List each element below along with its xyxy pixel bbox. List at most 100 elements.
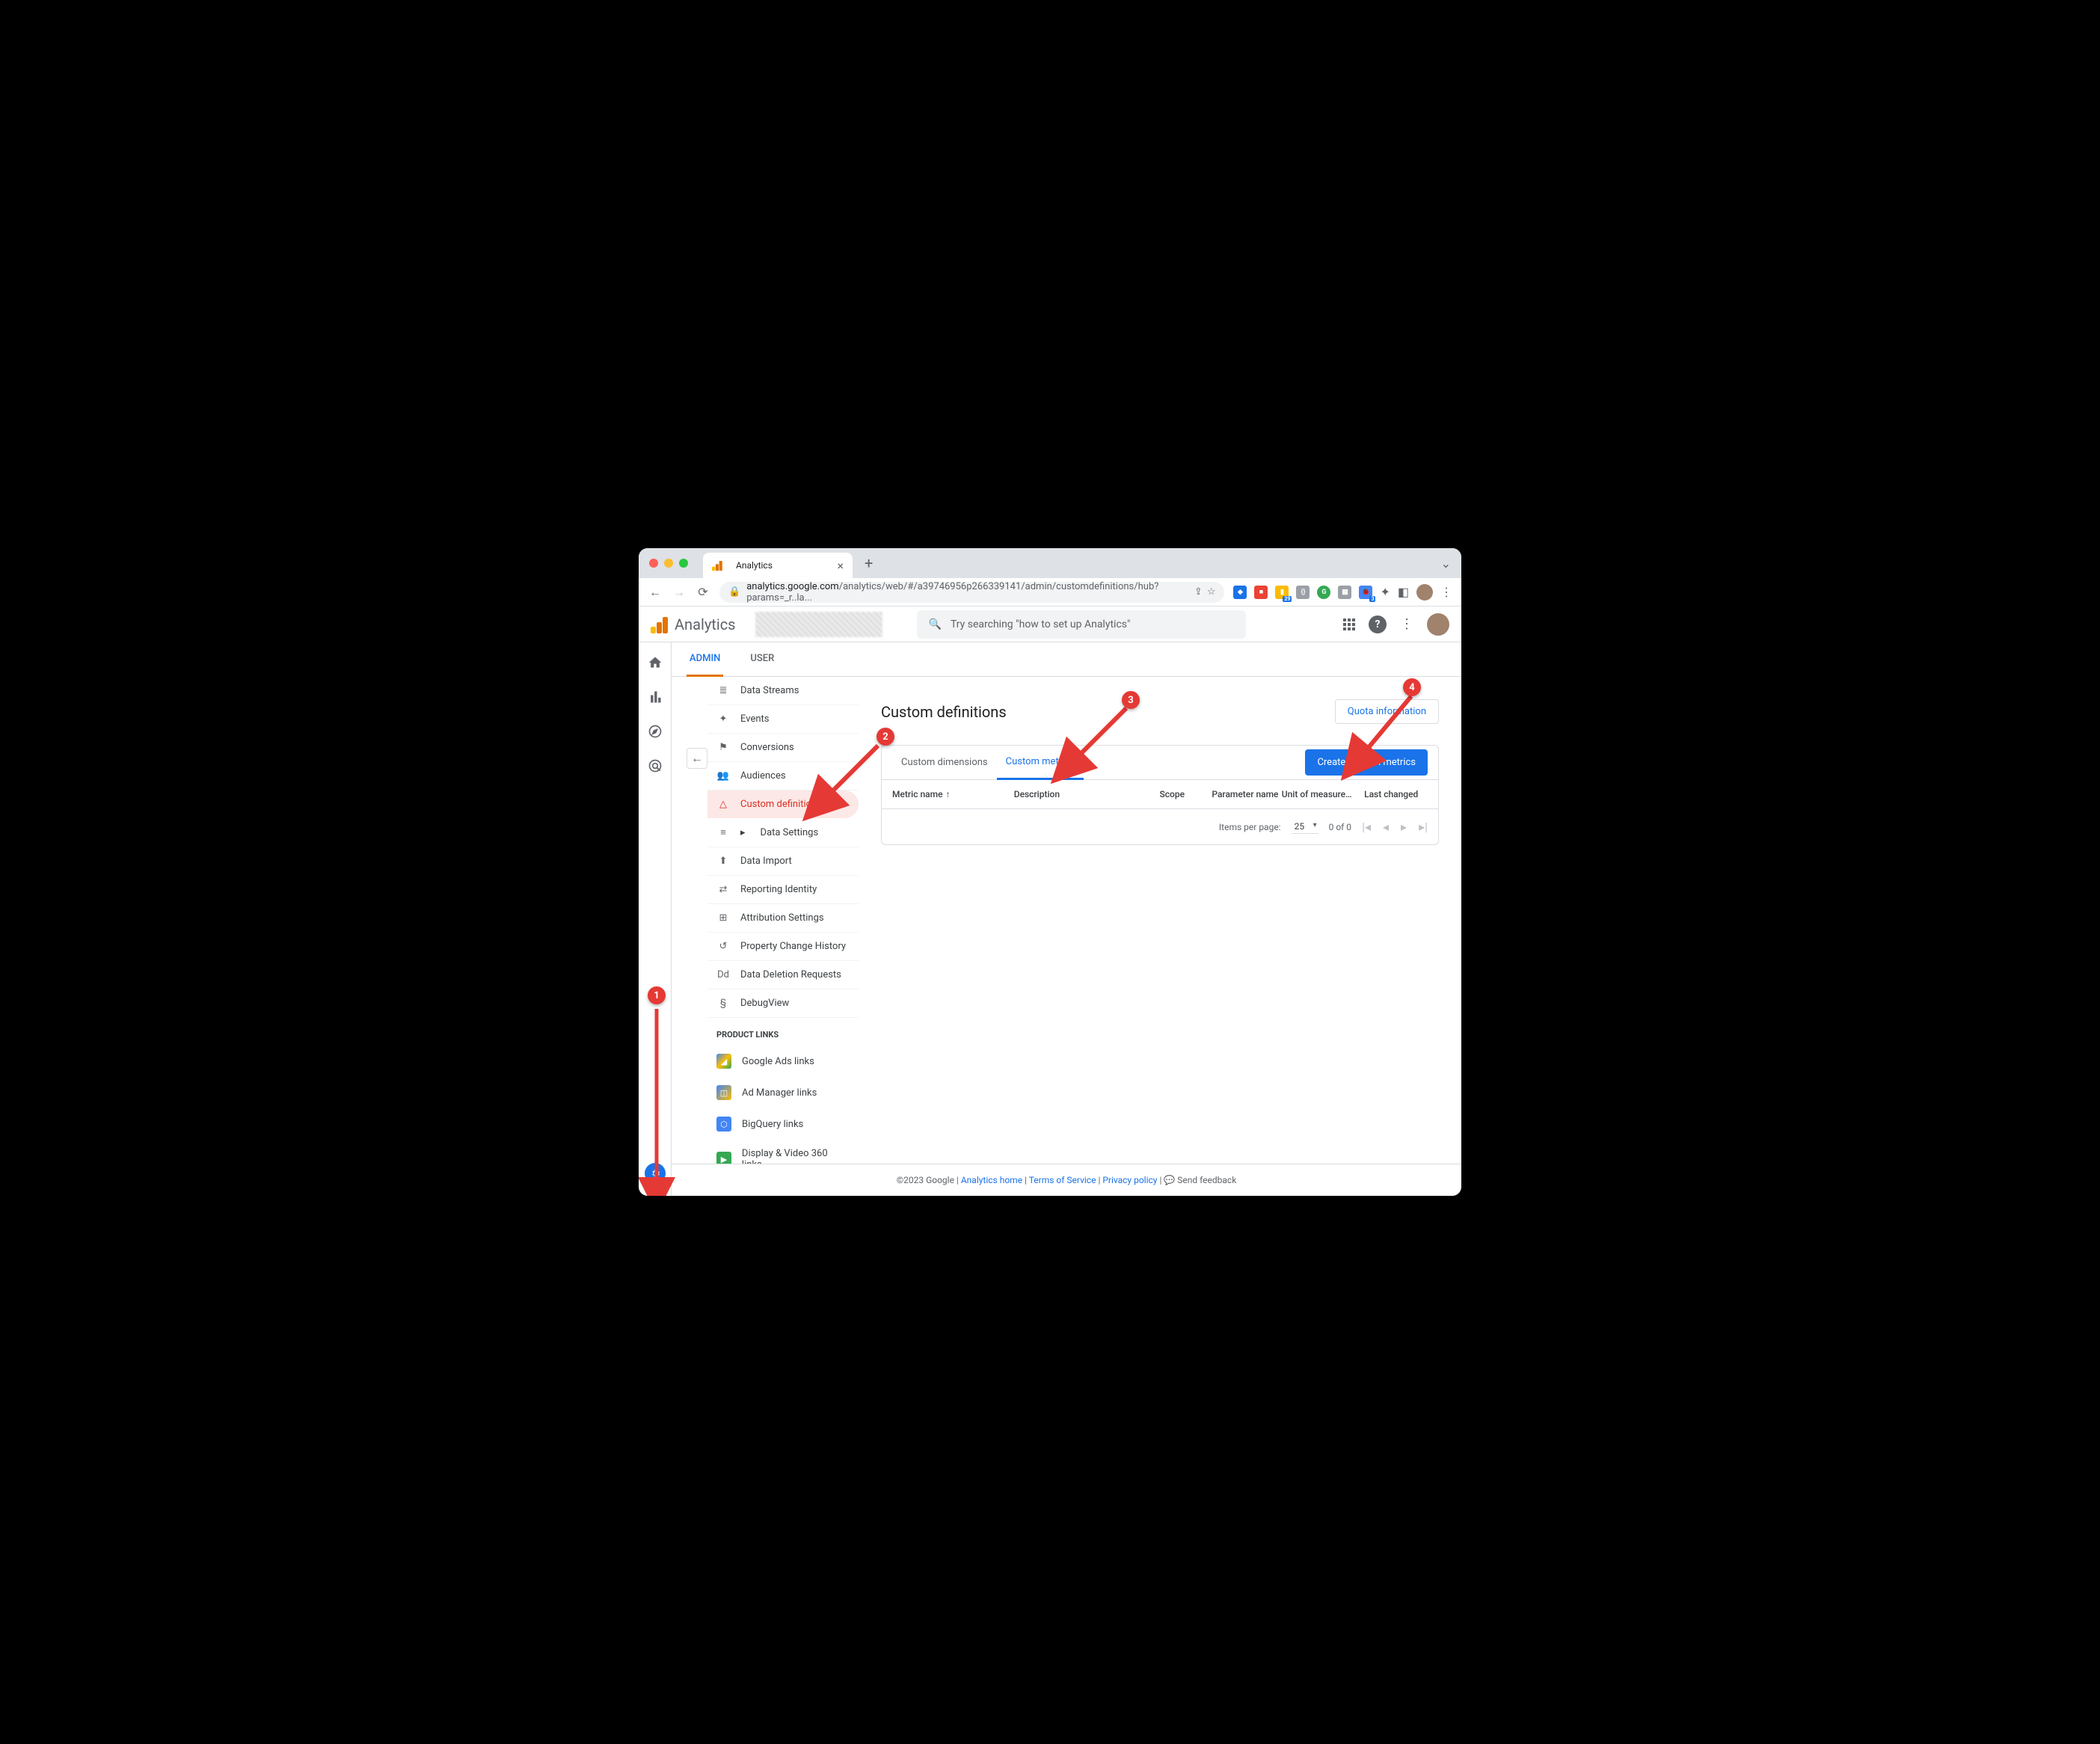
footer-privacy[interactable]: Privacy policy: [1102, 1175, 1157, 1185]
first-page-icon[interactable]: |◂: [1362, 820, 1371, 834]
maximize-window-button[interactable]: [679, 559, 688, 568]
attribution-icon: ⊞: [716, 912, 730, 924]
dv360-icon: ▶: [716, 1152, 731, 1164]
sidebar-item-reporting-identity[interactable]: ⇄Reporting Identity: [707, 876, 859, 904]
explore-icon[interactable]: [647, 723, 663, 740]
footer-terms[interactable]: Terms of Service: [1029, 1175, 1096, 1185]
back-button[interactable]: ←: [648, 585, 663, 600]
annotation-marker-2: 2: [876, 728, 894, 746]
product-link-bigquery[interactable]: ⬡BigQuery links: [707, 1108, 859, 1140]
annotation-arrow-4: [1348, 696, 1422, 774]
product-link-ad-manager[interactable]: ◫Ad Manager links: [707, 1077, 859, 1108]
sidebar-item-attribution-settings[interactable]: ⊞Attribution Settings: [707, 904, 859, 933]
tab-custom-dimensions[interactable]: Custom dimensions: [892, 746, 997, 779]
side-panel-icon[interactable]: ◧: [1398, 585, 1409, 599]
col-scope[interactable]: Scope: [1135, 789, 1209, 799]
pagination: Items per page: 25 0 of 0 |◂ ◂ ▸ ▸|: [882, 809, 1438, 844]
search-icon: 🔍: [929, 618, 942, 630]
events-icon: ✦: [716, 713, 730, 725]
close-window-button[interactable]: [649, 559, 658, 568]
analytics-logo[interactable]: Analytics: [651, 615, 736, 633]
tab-user[interactable]: USER: [747, 642, 777, 676]
apps-icon[interactable]: [1343, 618, 1355, 630]
search-box[interactable]: 🔍 Try searching "how to set up Analytics…: [917, 610, 1246, 639]
sidebar-item-data-settings[interactable]: ≡▸Data Settings: [707, 818, 859, 847]
annotation-marker-1: 1: [648, 986, 666, 1004]
help-icon[interactable]: ?: [1369, 615, 1387, 633]
ext-grey-icon[interactable]: {}: [1296, 586, 1310, 599]
tab-admin[interactable]: ADMIN: [687, 642, 723, 677]
data-settings-icon: ≡: [716, 826, 730, 838]
prev-page-icon[interactable]: ◂: [1383, 820, 1389, 834]
page-tabs: ADMIN USER: [672, 642, 1461, 677]
property-selector[interactable]: [755, 612, 882, 637]
sidebar-item-data-streams[interactable]: ≣Data Streams: [707, 677, 859, 705]
star-icon[interactable]: ☆: [1207, 586, 1216, 598]
col-last-changed[interactable]: Last changed: [1354, 789, 1428, 799]
page-title: Custom definitions: [881, 703, 1007, 721]
user-avatar[interactable]: [1427, 613, 1449, 636]
debug-icon: §: [716, 998, 730, 1009]
sidebar-item-events[interactable]: ✦Events: [707, 705, 859, 734]
profile-avatar-icon[interactable]: [1416, 584, 1433, 601]
annotation-arrow-3: [1059, 708, 1134, 779]
audiences-icon: 👥: [716, 770, 730, 782]
browser-tab-strip: Analytics × + ⌄: [639, 548, 1461, 578]
col-description[interactable]: Description: [1014, 789, 1136, 799]
footer-feedback[interactable]: Send feedback: [1177, 1175, 1236, 1185]
ext-analytics-icon[interactable]: ▮29: [1275, 586, 1289, 599]
traffic-lights: [649, 559, 688, 568]
sidebar-item-data-deletion[interactable]: DdData Deletion Requests: [707, 961, 859, 989]
advertising-icon[interactable]: [647, 758, 663, 774]
sidebar-item-data-import[interactable]: ⬆Data Import: [707, 847, 859, 876]
sidebar-item-property-change-history[interactable]: ↺Property Change History: [707, 933, 859, 961]
ext-gtm-icon[interactable]: ■: [1254, 586, 1268, 599]
reload-button[interactable]: ⟳: [696, 585, 710, 599]
product-link-dv360[interactable]: ▶Display & Video 360 links: [707, 1140, 859, 1164]
account-menu-icon[interactable]: ⋮: [1400, 616, 1413, 632]
reports-icon[interactable]: [647, 689, 663, 705]
ext-bug-icon[interactable]: 🐞3: [1359, 586, 1372, 599]
tab-close-icon[interactable]: ×: [837, 559, 844, 573]
tab-title: Analytics: [736, 560, 773, 571]
ad-manager-icon: ◫: [716, 1085, 731, 1100]
browser-window: Analytics × + ⌄ ← → ⟳ 🔒 analytics.google…: [639, 548, 1461, 1196]
annotation-arrow-1: [649, 1009, 672, 1196]
col-metric-name[interactable]: Metric name↑: [892, 789, 1014, 799]
extension-icons: ◆ ■ ▮29 {} G ▦ 🐞3 ✦ ◧ ⋮: [1233, 584, 1452, 601]
product-link-google-ads[interactable]: ◢Google Ads links: [707, 1046, 859, 1077]
col-unit[interactable]: Unit of measurement: [1282, 789, 1355, 799]
sidebar-item-debugview[interactable]: §DebugView: [707, 989, 859, 1018]
last-page-icon[interactable]: ▸|: [1419, 820, 1428, 834]
analytics-logo-icon: [651, 615, 669, 633]
feedback-icon: 💬: [1164, 1175, 1177, 1185]
col-parameter-name[interactable]: Parameter name: [1209, 789, 1282, 799]
deletion-icon: Dd: [716, 969, 730, 980]
new-tab-button[interactable]: +: [865, 554, 873, 572]
page-size-select[interactable]: 25: [1292, 820, 1318, 834]
ext-grammarly-icon[interactable]: G: [1317, 586, 1330, 599]
app-header: Analytics 🔍 Try searching "how to set up…: [639, 607, 1461, 642]
items-per-page-label: Items per page:: [1219, 822, 1281, 832]
identity-icon: ⇄: [716, 884, 730, 895]
home-icon[interactable]: [647, 654, 663, 671]
ga-favicon: [712, 560, 722, 571]
extensions-icon[interactable]: ✦: [1380, 585, 1390, 599]
next-page-icon[interactable]: ▸: [1401, 820, 1407, 834]
table-header: Metric name↑ Description Scope Parameter…: [882, 780, 1438, 809]
annotation-marker-4: 4: [1403, 678, 1421, 696]
annotation-arrow-2: [811, 746, 885, 816]
address-bar[interactable]: 🔒 analytics.google.com/analytics/web/#/a…: [719, 582, 1224, 603]
bigquery-icon: ⬡: [716, 1117, 731, 1132]
custom-def-icon: △: [716, 799, 730, 810]
browser-menu-icon[interactable]: ⋮: [1440, 585, 1452, 599]
footer-analytics-home[interactable]: Analytics home: [961, 1175, 1022, 1185]
ext-pixel-icon[interactable]: ▦: [1338, 586, 1351, 599]
minimize-window-button[interactable]: [664, 559, 673, 568]
collapse-sidebar-button[interactable]: ←: [687, 748, 707, 769]
forward-button[interactable]: →: [672, 585, 687, 600]
share-icon[interactable]: ⇪: [1194, 586, 1203, 598]
browser-tab[interactable]: Analytics ×: [703, 553, 853, 578]
ext-tag-icon[interactable]: ◆: [1233, 586, 1247, 599]
tab-overflow-icon[interactable]: ⌄: [1441, 556, 1451, 571]
